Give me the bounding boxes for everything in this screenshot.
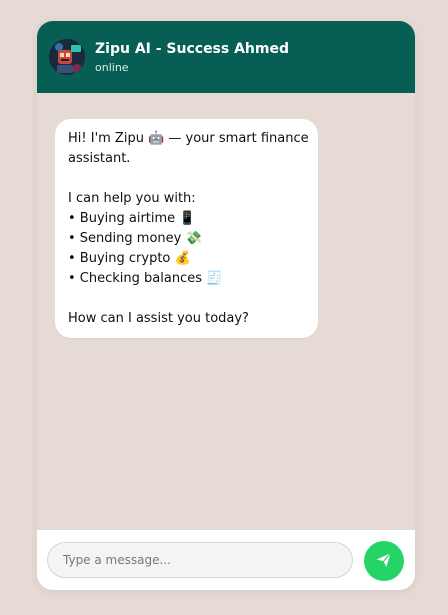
- message-line: • Checking balances 🧾: [68, 271, 223, 286]
- chat-header: Zipu AI - Success Ahmed online: [37, 21, 415, 93]
- bot-message-bubble: Hi! I'm Zipu 🤖 — your smart finance assi…: [55, 119, 318, 338]
- robot-avatar-icon: [49, 39, 85, 75]
- message-line: • Buying crypto 💰: [68, 251, 191, 266]
- send-icon: [375, 551, 393, 572]
- message-composer: [37, 529, 415, 590]
- message-input[interactable]: [47, 542, 353, 578]
- message-line: How can I assist you today?: [68, 311, 249, 326]
- send-button[interactable]: [364, 541, 404, 581]
- message-line: Hi! I'm Zipu 🤖 — your smart finance: [68, 131, 309, 146]
- message-list: Hi! I'm Zipu 🤖 — your smart finance assi…: [37, 93, 415, 529]
- chat-title: Zipu AI - Success Ahmed: [95, 41, 290, 57]
- chat-window: Zipu AI - Success Ahmed online Hi! I'm Z…: [37, 21, 415, 590]
- message-line: assistant.: [68, 151, 131, 166]
- message-line: • Buying airtime 📱: [68, 211, 196, 226]
- message-line: I can help you with:: [68, 191, 196, 206]
- message-line: [68, 169, 306, 189]
- message-line: • Sending money 💸: [68, 231, 202, 246]
- online-status: online: [95, 61, 129, 74]
- message-line: [68, 289, 306, 309]
